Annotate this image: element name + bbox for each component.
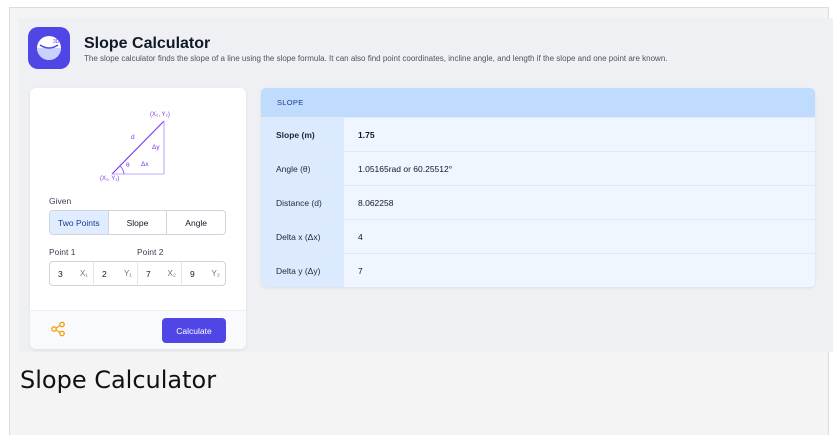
results-header: SLOPE	[261, 88, 815, 117]
result-key: Slope (m)	[261, 118, 344, 151]
diagram-label-p1: (X₁, Y₁)	[100, 176, 119, 182]
results-table: SLOPE Slope (m) 1.75 Angle (θ) 1.05165ra…	[261, 88, 815, 287]
logo-text: 3D	[53, 39, 60, 45]
x2-field[interactable]: 7 X₂	[138, 262, 182, 285]
page-title: Slope Calculator	[84, 35, 211, 52]
mode-selector: Two Points Slope Angle	[49, 210, 226, 235]
point1-label: Point 1	[49, 247, 76, 257]
y1-value: 2	[102, 268, 107, 279]
result-key: Distance (d)	[261, 186, 344, 219]
diagram-label-p2: (X₂, Y₂)	[150, 112, 170, 118]
input-card: (X₂, Y₂) (X₁, Y₁) d Δy Δx θ Given Two Po…	[30, 88, 246, 349]
result-key: Delta y (Δy)	[261, 254, 344, 287]
x2-value: 7	[146, 268, 151, 279]
result-value: 1.05165rad or 60.25512°	[344, 152, 815, 185]
diagram-label-dy: Δy	[152, 144, 160, 151]
slope-diagram: (X₂, Y₂) (X₁, Y₁) d Δy Δx θ	[100, 112, 170, 182]
result-row-delta-x: Delta x (Δx) 4	[261, 219, 815, 253]
points-input-group: 3 X₁ 2 Y₁ 7 X₂ 9 Y₂	[49, 261, 226, 286]
result-row-slope: Slope (m) 1.75	[261, 117, 815, 151]
diagram-label-d: d	[131, 134, 135, 141]
x1-suffix: X₁	[79, 269, 88, 278]
result-value: 8.062258	[344, 186, 815, 219]
x1-value: 3	[58, 268, 63, 279]
result-key: Angle (θ)	[261, 152, 344, 185]
result-value: 4	[344, 220, 815, 253]
result-value: 7	[344, 254, 815, 287]
page-caption: Slope Calculator	[20, 366, 217, 394]
result-key: Delta x (Δx)	[261, 220, 344, 253]
mode-slope-button[interactable]: Slope	[109, 211, 168, 234]
y2-field[interactable]: 9 Y₂	[182, 262, 225, 285]
y2-value: 9	[190, 268, 195, 279]
result-row-angle: Angle (θ) 1.05165rad or 60.25512°	[261, 151, 815, 185]
mode-two-points-button[interactable]: Two Points	[50, 211, 109, 234]
page-subtitle: The slope calculator finds the slope of …	[84, 54, 668, 63]
diagram-label-theta: θ	[126, 162, 130, 169]
share-icon[interactable]	[50, 321, 66, 337]
y1-suffix: Y₁	[123, 269, 132, 278]
result-value: 1.75	[344, 118, 815, 151]
y2-suffix: Y₂	[211, 269, 220, 278]
app-logo-icon: 3D	[28, 27, 70, 69]
x2-suffix: X₂	[167, 269, 176, 278]
given-label: Given	[49, 196, 72, 206]
diagram-label-dx: Δx	[141, 161, 149, 168]
mode-angle-button[interactable]: Angle	[167, 211, 225, 234]
x1-field[interactable]: 3 X₁	[50, 262, 94, 285]
result-row-distance: Distance (d) 8.062258	[261, 185, 815, 219]
point2-label: Point 2	[137, 247, 164, 257]
card-footer: Calculate	[30, 310, 246, 349]
y1-field[interactable]: 2 Y₁	[94, 262, 138, 285]
result-row-delta-y: Delta y (Δy) 7	[261, 253, 815, 287]
calculate-button[interactable]: Calculate	[162, 318, 226, 343]
